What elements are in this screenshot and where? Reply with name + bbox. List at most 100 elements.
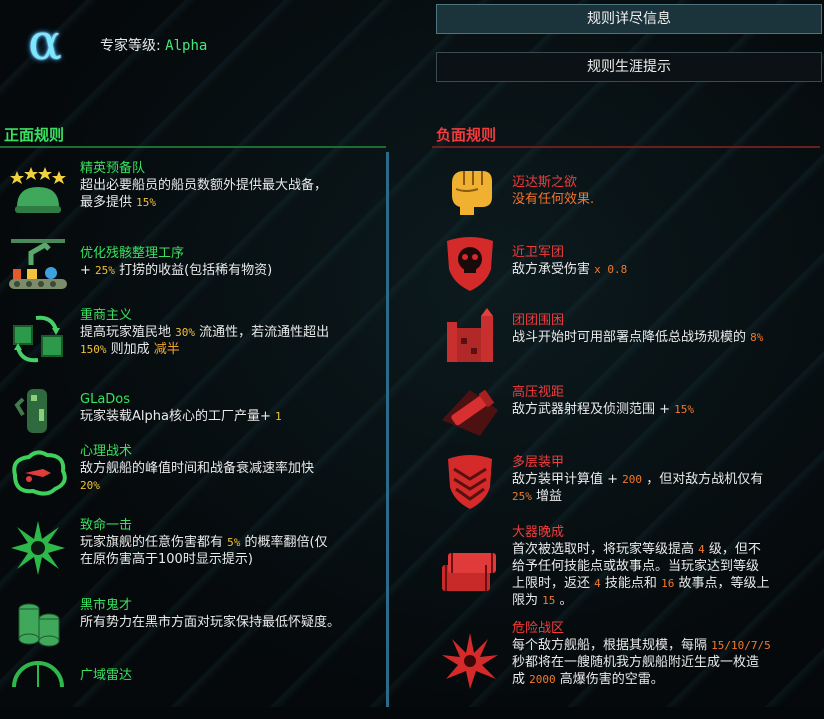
soldier-helmet-icon [4,160,72,222]
rule-wide-radar: 广域雷达 [4,657,384,697]
rule-desc: ，但对敌方战机仅有 [646,472,764,487]
expert-level: 专家等级: Alpha [100,35,207,55]
rule-career-tips-button[interactable]: 规则生涯提示 [436,52,822,82]
rule-value: 20% [80,479,100,492]
rule-desc: 敌方舰船的峰值时间和战备衰减速率加快 [80,461,315,476]
rule-value: 15 [542,594,556,607]
rule-desc: 超出必要船员的船员数额外提供最大战备， [80,178,328,193]
castle-siege-icon [436,306,504,368]
rule-value: 150% [80,343,107,356]
rule-desc: 战斗开始时可用部署点降低总战场规模的 [512,330,747,345]
skull-shield-icon [436,232,504,294]
rule-name: GLaDos [80,392,131,407]
armor-plates-icon [436,450,504,512]
rule-value: 16 [661,577,675,590]
rule-danger-zone: 危险战区 每个敌方舰船，根据其规模，每隔 15/10/7/5 秒都将在一艘随机我… [436,620,822,700]
expert-level-label: 专家等级: [100,38,166,54]
rule-name: 多层装甲 [512,455,565,470]
rule-name: 危险战区 [512,621,565,636]
rule-black-market: 黑市鬼才 所有势力在黑市方面对玩家保持最低怀疑度。 [4,593,384,657]
rule-desc: 首次被选取时，将玩家等级提高 [512,542,695,557]
rule-value: 200 [622,473,643,486]
negative-rules-title: 负面规则 [436,126,497,144]
rule-desc: 给予任何技能点或故事点。当玩家达到等级 [512,559,760,574]
rule-value: 1 [275,410,282,423]
rule-desc: 成 [512,672,526,687]
telescope-icon [436,378,504,440]
coin-stacks-icon [4,593,72,655]
rule-mercantilism: 重商主义 提高玩家殖民地 30% 流通性，若流通性超出 150% 则加成 减半 [4,307,384,381]
rule-desc: + [80,263,91,278]
expert-level-value: Alpha [165,38,208,54]
rule-desc: 级，但不 [708,542,761,557]
positive-divider [0,146,386,148]
positive-rules-scrollbar[interactable] [386,152,389,707]
rule-praetorian-guard: 近卫军团 敌方承受伤害 x 0.8 [436,232,822,306]
rule-optimized-salvage: 优化残骸整理工序 + 25% 打捞的收益(包括稀有物资) [4,233,384,307]
rule-elite-reserve: 精英预备队 超出必要船员的船员数额外提供最大战备， 最多提供 15% [4,160,384,233]
alpha-core-icon: α [28,13,62,71]
rule-desc: 没有任何效果. [512,192,595,207]
rule-desc: 流通性，若流通性超出 [199,325,330,340]
rule-desc: 。 [559,593,573,608]
rule-late-bloomer: 大器晚成 首次被选取时，将玩家等级提高 4 级，但不 给予任何技能点或故事点。当… [436,524,822,620]
rule-value: 8% [750,331,764,344]
rule-name: 近卫军团 [512,245,565,260]
rule-desc: 的概率翻倍(仅 [244,535,328,550]
rule-value: 15% [674,403,695,416]
rule-value: 4 [698,543,705,556]
ammo-crates-icon [436,524,504,620]
rule-desc: 敌方装甲计算值 + [512,472,619,487]
rule-glados: GLaDos 玩家装载Alpha核心的工厂产量+ 1 [4,381,384,443]
trade-crates-icon [4,307,72,369]
rule-value: 30% [175,326,196,339]
rule-high-pressure-sight: 高压视距 敌方武器射程及侦测范围 + 15% [436,378,822,450]
rule-value: 25% [95,264,115,277]
golden-fist-icon [436,160,504,222]
rule-name: 精英预备队 [80,161,146,176]
rule-value: 5% [227,536,241,549]
robot-arm-icon [4,381,72,443]
rule-desc: 限为 [512,593,539,608]
positive-rules-title: 正面规则 [4,126,65,144]
rule-desc: 敌方承受伤害 [512,262,591,277]
rule-value: 25% [512,490,532,503]
rule-desc: 敌方武器射程及侦测范围 + [512,402,671,417]
rule-desc: 秒都将在一艘随机我方舰船附近生成一枚造 [512,655,760,670]
negative-rules-list[interactable]: 迈达斯之欲 没有任何效果. 近卫军团 敌方承受伤害 x 0.8 团团围困 战斗开… [436,160,822,700]
mine-explosion-icon [436,620,504,700]
rule-psy-warfare: 心理战术 敌方舰船的峰值时间和战备衰减速率加快 20% [4,443,384,517]
rule-desc: 技能点和 [604,576,657,591]
rule-desc: 最多提供 [80,195,133,210]
salvage-conveyor-icon [4,233,72,295]
rule-name: 大器晚成 [512,525,565,540]
rule-desc: 打捞的收益(包括稀有物资) [119,263,273,278]
brain-icon [4,443,72,505]
explosion-burst-icon [4,517,72,579]
rule-name: 重商主义 [80,308,133,323]
rule-value: 15/10/7/5 [711,639,771,652]
rule-desc: 提高玩家殖民地 [80,325,172,340]
negative-divider [432,146,820,148]
positive-rules-list[interactable]: 精英预备队 超出必要船员的船员数额外提供最大战备， 最多提供 15% 优化残骸整… [4,160,384,697]
rule-desc: 则加成 [110,342,150,357]
rule-desc: 在原伤害高于100时显示提示) [80,552,253,567]
rule-value: x 0.8 [594,263,628,276]
rule-name: 高压视距 [512,385,565,400]
radar-icon [4,657,72,719]
rule-name: 迈达斯之欲 [512,175,578,190]
rule-desc: 玩家旗舰的任意伤害都有 [80,535,224,550]
rule-name: 黑市鬼才 [80,598,133,613]
rule-value: 4 [594,577,601,590]
rule-value: 15% [136,196,157,209]
rule-desc: 每个敌方舰船，根据其规模，每隔 [512,638,708,653]
rule-details-button[interactable]: 规则详尽信息 [436,4,822,34]
rule-value: 2000 [529,673,556,686]
rule-critical-strike: 致命一击 玩家旗舰的任意伤害都有 5% 的概率翻倍(仅 在原伤害高于100时显示… [4,517,384,593]
rule-desc: 增益 [536,489,563,504]
rule-name: 致命一击 [80,518,133,533]
rule-name: 心理战术 [80,444,133,459]
rule-desc: 上限时，返还 [512,576,591,591]
rule-desc: 故事点，等级上 [678,576,770,591]
rule-desc: 玩家装载Alpha核心的工厂产量+ [80,409,271,424]
